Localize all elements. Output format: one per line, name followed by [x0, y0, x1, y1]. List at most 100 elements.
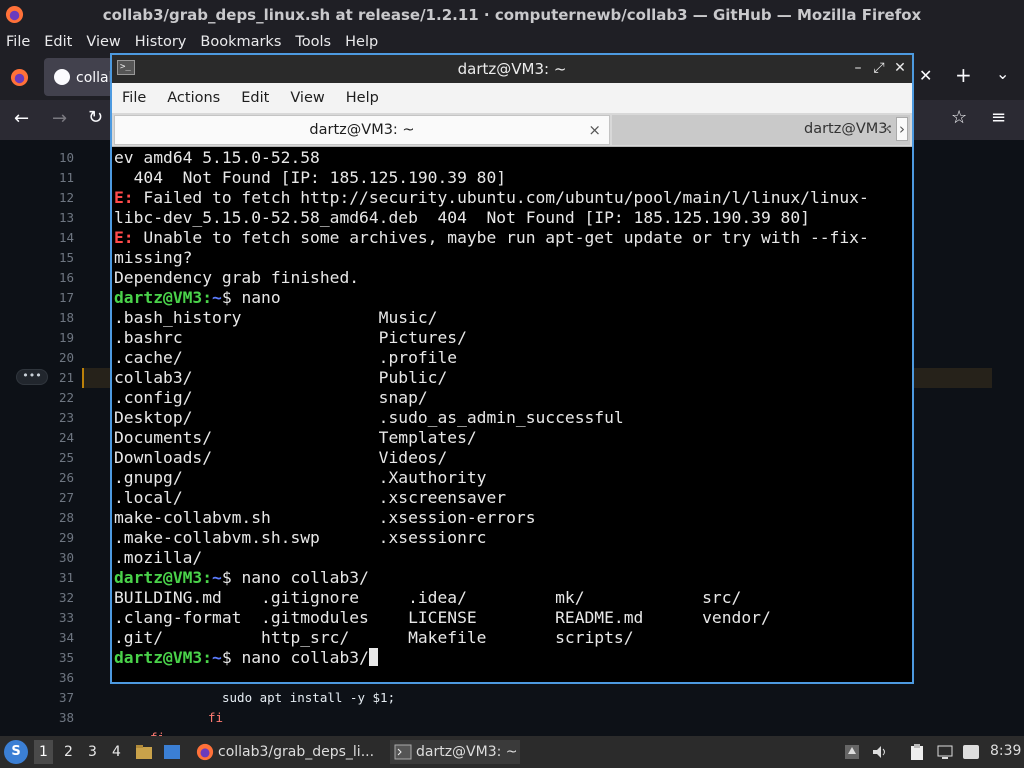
new-tab-icon[interactable]: +	[955, 63, 972, 87]
taskbar-firefox[interactable]: collab3/grab_deps_li...	[192, 740, 382, 764]
terminal-icon	[394, 744, 412, 760]
line-number: 27	[58, 490, 74, 505]
menu-edit[interactable]: Edit	[44, 34, 72, 50]
taskbar-firefox-label: collab3/grab_deps_li...	[218, 744, 375, 760]
clipboard-icon[interactable]	[908, 743, 926, 761]
code-line: sudo apt install -y $1;	[222, 690, 396, 705]
terminal-menu-actions[interactable]: Actions	[167, 90, 220, 106]
terminal-line: Dependency grab finished.	[114, 268, 360, 287]
prompt-path: ~	[212, 288, 222, 307]
line-number: 38	[58, 710, 74, 725]
terminal-title: dartz@VM3: ~	[457, 60, 567, 78]
taskbar-terminal[interactable]: dartz@VM3: ~	[390, 740, 520, 764]
clock[interactable]: 8:39	[990, 743, 1021, 763]
workspace-4[interactable]: 4	[112, 744, 121, 760]
firefox-icon	[196, 743, 214, 761]
firefox-view-icon[interactable]	[10, 68, 29, 87]
scroll-right-icon[interactable]: ›	[896, 117, 908, 141]
show-desktop-icon[interactable]	[163, 743, 181, 761]
line-number: 14	[58, 230, 74, 245]
prompt-user: dartz@VM3:	[114, 288, 213, 307]
terminal-output[interactable]: ev amd64 5.15.0-52.58 404 Not Found [IP:…	[114, 148, 910, 682]
command-text: $ nano	[221, 288, 281, 307]
menu-help[interactable]: Help	[345, 34, 378, 50]
terminal-tab[interactable]: dartz@VM3: ~	[612, 115, 910, 145]
menu-view[interactable]: View	[86, 34, 120, 50]
close-tab-icon[interactable]: ×	[588, 116, 601, 144]
line-number: 11	[58, 170, 74, 185]
line-number: 37	[58, 690, 74, 705]
minimize-icon[interactable]: –	[849, 58, 867, 78]
maximize-icon[interactable]: ⤢	[870, 58, 888, 78]
file-manager-icon[interactable]	[135, 743, 153, 761]
error-prefix: E:	[114, 228, 134, 247]
terminal-line: Documents/ Templates/	[114, 428, 477, 447]
prompt-path: ~	[212, 568, 222, 587]
terminal-menu-file[interactable]: File	[122, 90, 146, 106]
line-number: 32	[58, 590, 74, 605]
terminal-menu-edit[interactable]: Edit	[241, 90, 269, 106]
terminal-line: ev amd64 5.15.0-52.58	[114, 148, 320, 167]
notifications-icon[interactable]	[962, 743, 980, 761]
terminal-line: .clang-format .gitmodules LICENSE README…	[114, 608, 771, 627]
list-tabs-icon[interactable]: ⌄	[996, 64, 1009, 83]
terminal-line: dartz@VM3:~$ nano	[114, 288, 281, 308]
error-text: Failed to fetch http://security.ubuntu.c…	[133, 188, 869, 207]
terminal-line: dartz@VM3:~$ nano collab3/	[114, 648, 378, 668]
workspace-2[interactable]: 2	[64, 744, 73, 760]
terminal-tab-label: dartz@VM3: ~	[309, 122, 415, 138]
taskbar: S 1 2 3 4 collab3/grab_deps_li... dartz@…	[0, 736, 1024, 768]
terminal-line: .bashrc Pictures/	[114, 328, 467, 347]
reload-icon[interactable]: ↻	[88, 107, 103, 128]
line-number: 36	[58, 670, 74, 685]
line-number: 29	[58, 530, 74, 545]
menu-file[interactable]: File	[6, 34, 30, 50]
browser-tab[interactable]: collab	[44, 58, 118, 96]
app-menu-icon[interactable]: ≡	[991, 107, 1006, 128]
menu-bookmarks[interactable]: Bookmarks	[200, 34, 281, 50]
error-text: Unable to fetch some archives, maybe run…	[133, 228, 869, 247]
command-text: $ nano collab3/	[221, 568, 369, 587]
terminal-line: .mozilla/	[114, 548, 203, 567]
firefox-titlebar: collab3/grab_deps_linux.sh at release/1.…	[0, 0, 1024, 30]
start-menu-icon[interactable]: S	[4, 740, 28, 764]
scroll-left-icon[interactable]: ‹	[882, 117, 894, 141]
terminal-line: .local/ .xscreensaver	[114, 488, 507, 507]
close-icon[interactable]: ✕	[891, 58, 909, 78]
terminal-tab-active[interactable]: dartz@VM3: ~ ×	[114, 115, 610, 145]
terminal-menu-help[interactable]: Help	[346, 90, 379, 106]
menu-history[interactable]: History	[135, 34, 187, 50]
back-icon[interactable]: ←	[14, 108, 29, 129]
terminal-line: E: Failed to fetch http://security.ubunt…	[114, 188, 869, 208]
forward-icon[interactable]: →	[52, 108, 67, 129]
line-options-button[interactable]: •••	[16, 369, 48, 385]
text-cursor	[368, 648, 378, 666]
command-text: $ nano collab3/	[221, 648, 369, 667]
terminal-menu-view[interactable]: View	[290, 90, 324, 106]
terminal-titlebar[interactable]: >_ dartz@VM3: ~ – ⤢ ✕	[112, 55, 912, 83]
prompt-user: dartz@VM3:	[114, 648, 213, 667]
close-tab-icon[interactable]: ✕	[919, 66, 932, 85]
bookmark-star-icon[interactable]: ☆	[951, 107, 967, 128]
line-number: 10	[58, 150, 74, 165]
workspace-3[interactable]: 3	[88, 744, 97, 760]
line-number: 16	[58, 270, 74, 285]
line-number: 28	[58, 510, 74, 525]
line-number: 25	[58, 450, 74, 465]
terminal-menubar: File Actions Edit View Help	[112, 83, 912, 113]
line-number: 22	[58, 390, 74, 405]
line-number: 35	[58, 650, 74, 665]
code-line: fi	[208, 710, 224, 725]
line-number: 23	[58, 410, 74, 425]
update-icon[interactable]	[843, 743, 861, 761]
terminal-line: Downloads/ Videos/	[114, 448, 448, 467]
terminal-line: E: Unable to fetch some archives, maybe …	[114, 228, 869, 248]
menu-tools[interactable]: Tools	[295, 34, 331, 50]
terminal-line: .config/ snap/	[114, 388, 428, 407]
line-number: 26	[58, 470, 74, 485]
network-icon[interactable]	[936, 743, 954, 761]
github-icon	[54, 69, 70, 85]
line-number: 17	[58, 290, 74, 305]
workspace-1[interactable]: 1	[34, 740, 53, 764]
volume-icon[interactable]	[871, 743, 889, 761]
